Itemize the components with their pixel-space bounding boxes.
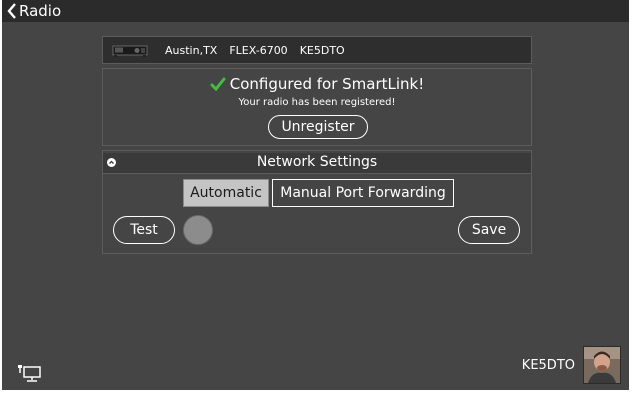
chevron-left-icon — [7, 3, 16, 19]
network-icon[interactable] — [16, 363, 42, 383]
radio-device-icon — [112, 45, 148, 57]
checkmark-icon — [210, 77, 226, 92]
network-settings-header[interactable]: Network Settings — [103, 153, 531, 174]
test-button[interactable]: Test — [113, 216, 175, 244]
smartlink-settings-window: Radio Austin,TX FLEX-6700 KE5DTO Configu… — [2, 0, 629, 390]
status-subtitle: Your radio has been registered! — [238, 97, 396, 108]
manual-port-forwarding-button[interactable]: Manual Port Forwarding — [272, 179, 454, 207]
username: KE5DTO — [521, 357, 575, 373]
top-bar: Radio — [2, 0, 629, 22]
save-button[interactable]: Save — [458, 216, 520, 244]
network-settings-panel: Network Settings Automatic Manual Port F… — [102, 150, 532, 254]
unregister-button[interactable]: Unregister — [268, 115, 368, 139]
status-line: Configured for SmartLink! — [103, 75, 531, 93]
back-label: Radio — [19, 2, 62, 20]
radio-location: Austin,TX — [165, 43, 218, 57]
network-settings-title: Network Settings — [256, 154, 378, 170]
radio-model: FLEX-6700 — [229, 43, 288, 57]
test-status-indicator — [183, 215, 213, 245]
back-button[interactable]: Radio — [2, 0, 61, 22]
status-title: Configured for SmartLink! — [229, 75, 425, 93]
smartlink-status-panel: Configured for SmartLink! Your radio has… — [102, 68, 532, 146]
automatic-mode-button[interactable]: Automatic — [183, 179, 269, 207]
radio-callsign: KE5DTO — [299, 43, 345, 57]
avatar[interactable] — [583, 346, 621, 384]
radio-info-row[interactable]: Austin,TX FLEX-6700 KE5DTO — [102, 36, 532, 64]
user-area[interactable]: KE5DTO — [522, 346, 621, 384]
